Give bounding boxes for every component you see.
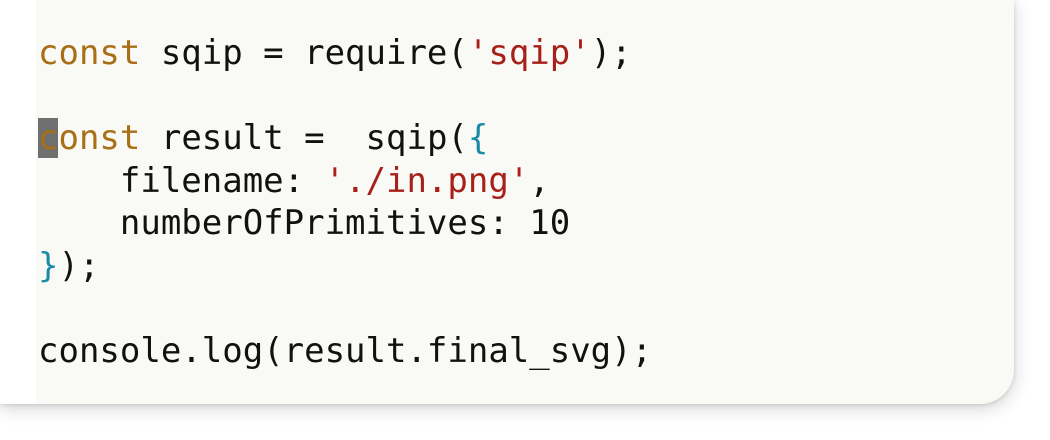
text-cursor: c	[38, 118, 59, 158]
string-literal: 'sqip'	[467, 33, 591, 73]
string-literal: './in.png'	[324, 160, 530, 201]
code-line-7-empty	[38, 287, 652, 330]
code-text: result = sqip(	[140, 118, 468, 158]
code-line-6: });	[38, 245, 652, 288]
code-line-3: const result = sqip({	[38, 117, 652, 160]
keyword-const: const	[38, 33, 141, 73]
keyword-const-rest: onst	[58, 118, 141, 158]
code-text: );	[58, 245, 100, 286]
close-brace: }	[38, 245, 59, 286]
code-line-1: const sqip = require('sqip');	[38, 32, 652, 75]
code-text: ,	[529, 160, 550, 201]
code-text: filename:	[119, 160, 325, 201]
code-text: console.log(result.final_svg);	[38, 330, 653, 371]
code-text: );	[590, 33, 632, 73]
code-block[interactable]: const sqip = require('sqip'); const resu…	[38, 32, 652, 372]
code-line-2-empty	[38, 75, 652, 118]
code-text: numberOfPrimitives: 10	[119, 203, 571, 243]
code-editor-panel: const sqip = require('sqip'); const resu…	[0, 0, 1014, 404]
code-line-8: console.log(result.final_svg);	[38, 330, 652, 373]
code-line-5: numberOfPrimitives: 10	[38, 202, 652, 245]
code-line-4: filename: './in.png',	[38, 160, 652, 203]
code-text: sqip = require(	[140, 33, 468, 73]
open-brace: {	[467, 118, 489, 158]
